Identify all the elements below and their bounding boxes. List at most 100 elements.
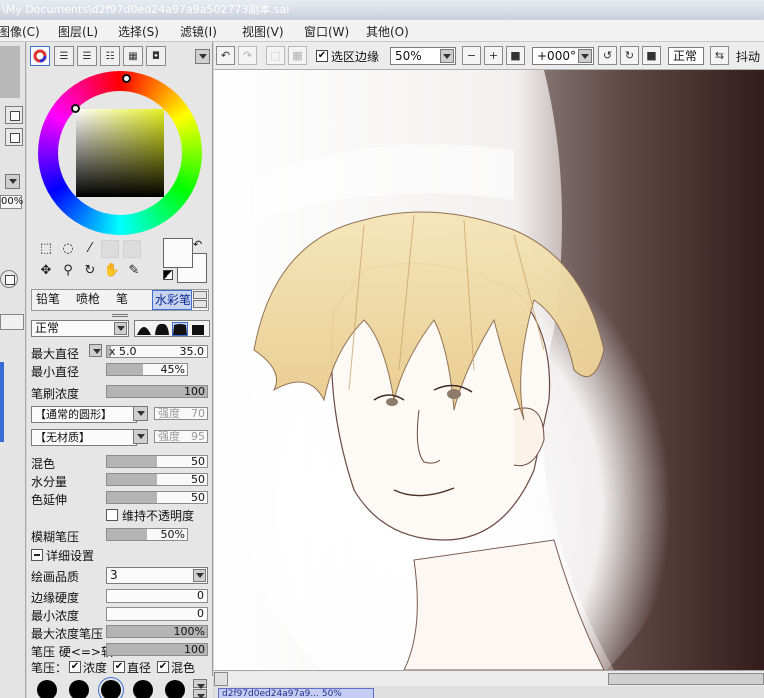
panel-splitter[interactable] [112, 314, 128, 317]
drawing-canvas[interactable] [214, 70, 764, 670]
soft-shape-icon[interactable] [137, 323, 151, 335]
pressure-blend-checkbox[interactable]: ✔ [157, 661, 169, 673]
color-wheel-icon[interactable] [30, 46, 50, 66]
navigator-button[interactable] [5, 106, 23, 124]
document-tabs: d2f97d0ed24a97a9... 50% [214, 686, 764, 698]
invert-selection-icon[interactable]: ▦ [288, 46, 307, 65]
quality-select[interactable]: 3 [106, 567, 208, 584]
color-marker[interactable] [71, 104, 80, 113]
canvas-horizontal-scrollbar[interactable] [214, 670, 764, 686]
max-diameter-slider[interactable]: x 5.0 35.0 [106, 345, 208, 358]
rotate-icon[interactable]: ↻ [81, 262, 99, 280]
keep-opacity-checkbox[interactable] [106, 509, 118, 521]
edge-hardness-field[interactable]: 0 [106, 589, 208, 603]
rgb-sliders-icon[interactable]: ☰ [54, 46, 74, 66]
saturation-value-square[interactable] [76, 109, 164, 197]
extend-label: 色延伸 [31, 493, 68, 507]
rotate-reset-icon[interactable]: ■ [642, 46, 661, 65]
brush-size-preset[interactable] [101, 680, 121, 698]
rotate-left-icon[interactable]: ↺ [598, 46, 617, 65]
palette-icon[interactable]: ◘ [146, 46, 166, 66]
pressure-blend-label: 混色 [171, 661, 196, 675]
scroll-left-arrow[interactable] [214, 672, 228, 686]
water-slider[interactable]: 50 [106, 473, 208, 486]
deselect-icon[interactable]: ⬚ [266, 46, 285, 65]
pressure-diameter-checkbox[interactable]: ✔ [113, 661, 125, 673]
zoom-in-icon[interactable]: + [484, 46, 503, 65]
blend-slider[interactable]: 50 [106, 455, 208, 468]
tab-scroll-arrows[interactable] [193, 291, 207, 309]
redo-icon[interactable]: ↷ [238, 46, 257, 65]
scratchpad-icon[interactable]: ▦ [123, 46, 143, 66]
menu-view[interactable]: 视图(V) [242, 23, 284, 40]
flip-icon[interactable]: ⇆ [710, 46, 729, 65]
foreground-color-swatch[interactable] [163, 238, 193, 268]
panel-menu-dropdown[interactable] [195, 49, 210, 64]
move-icon[interactable]: ✥ [37, 262, 55, 280]
hard-shape-icon[interactable] [172, 322, 188, 336]
brush-size-preset[interactable] [37, 680, 57, 698]
rotation-select[interactable]: +000° [532, 47, 594, 65]
min-diameter-slider[interactable]: 45% [106, 363, 188, 376]
zoom-out-icon[interactable]: − [462, 46, 481, 65]
brush-size-preset[interactable] [133, 680, 153, 698]
zoom-select[interactable]: 50% [390, 47, 456, 65]
eyedropper-icon[interactable]: ✎ [125, 262, 143, 280]
blur-pressure-slider[interactable]: 50% [106, 528, 188, 541]
texture-strength-slider[interactable]: 强度 95 [154, 430, 208, 443]
tab-watercolor[interactable]: 水彩笔 [152, 290, 193, 310]
pressure-softness-slider[interactable]: 100 [106, 643, 208, 656]
lasso-icon[interactable]: ◌ [59, 240, 77, 258]
brush-shape-select[interactable]: 【通常的圆形】 [31, 406, 137, 423]
magic-wand-icon[interactable]: ⁄ [81, 240, 99, 258]
hand-icon[interactable]: ✋ [103, 262, 121, 280]
menu-window[interactable]: 窗口(W) [304, 23, 349, 40]
extend-slider[interactable]: 50 [106, 491, 208, 504]
layer-button[interactable] [0, 270, 18, 288]
zoom-icon[interactable]: ⚲ [59, 262, 77, 280]
medium-shape-icon[interactable] [155, 323, 169, 335]
flat-shape-icon[interactable] [191, 323, 205, 335]
brush-shape-dropdown[interactable] [133, 406, 148, 421]
min-density-field[interactable]: 0 [106, 607, 208, 621]
max-diameter-dropdown[interactable] [89, 344, 102, 357]
pressure-density-checkbox[interactable]: ✔ [69, 661, 81, 673]
collapse-advanced-icon[interactable] [31, 549, 43, 561]
menu-layer[interactable]: 图层(L) [58, 23, 98, 40]
rect-select-icon[interactable]: ⬚ [37, 240, 55, 258]
tab-pencil[interactable]: 铅笔 [34, 290, 60, 310]
selection-edge-checkbox[interactable]: ✔ [316, 50, 328, 62]
max-density-pressure-slider[interactable]: 100% [106, 625, 208, 638]
blend-mode-select[interactable]: 正常 [31, 320, 129, 337]
menu-select[interactable]: 选择(S) [118, 23, 159, 40]
hsv-sliders-icon[interactable]: ☰ [77, 46, 97, 66]
rotate-right-icon[interactable]: ↻ [620, 46, 639, 65]
shape-strength-slider[interactable]: 强度 70 [154, 407, 208, 420]
tab-pen[interactable]: 笔 [114, 290, 128, 310]
texture-dropdown[interactable] [133, 429, 148, 444]
navigator-button[interactable] [5, 128, 23, 146]
color-wheel[interactable] [38, 71, 202, 235]
presets-scroll-down[interactable] [193, 689, 207, 698]
menu-filter[interactable]: 滤镜(I) [180, 23, 217, 40]
layer-control[interactable] [0, 314, 24, 330]
menu-other[interactable]: 其他(O) [366, 23, 409, 40]
quality-label: 绘画品质 [31, 570, 80, 584]
presets-scroll-up[interactable] [193, 679, 207, 689]
density-slider[interactable]: 100 [106, 385, 208, 398]
navigator-dropdown[interactable] [5, 174, 20, 189]
hue-marker[interactable] [122, 74, 131, 83]
brush-size-preset[interactable] [69, 680, 89, 698]
tab-airbrush[interactable]: 喷枪 [74, 290, 100, 310]
undo-icon[interactable]: ↶ [216, 46, 235, 65]
swap-colors-icon[interactable]: ↶ [193, 238, 202, 251]
menu-image[interactable]: 图像(C) [0, 23, 40, 40]
texture-select[interactable]: 【无材质】 [31, 429, 137, 446]
swatches-icon[interactable]: ☷ [100, 46, 120, 66]
zoom-reset-icon[interactable]: ■ [506, 46, 525, 65]
document-tab[interactable]: d2f97d0ed24a97a9... 50% [218, 688, 374, 698]
view-mode-select[interactable]: 正常 [668, 47, 704, 65]
reset-colors-icon[interactable] [163, 270, 173, 280]
scrollbar-thumb[interactable] [608, 673, 764, 685]
brush-size-preset[interactable] [165, 680, 185, 698]
